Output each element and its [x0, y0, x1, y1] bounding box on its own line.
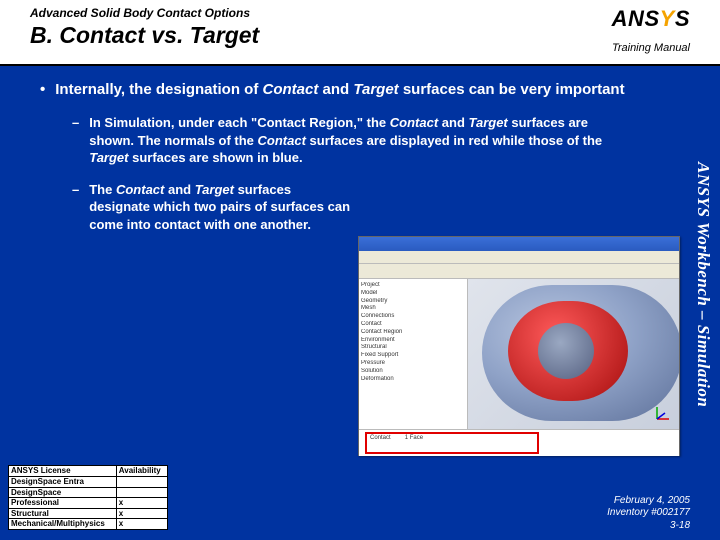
footer-date: February 4, 2005 — [607, 495, 690, 508]
training-manual-label: Training Manual — [612, 42, 690, 54]
table-cell — [116, 477, 167, 488]
chapter-label: Advanced Solid Body Contact Options — [30, 6, 690, 20]
footer-page: 3-18 — [607, 520, 690, 533]
table-cell: x — [116, 508, 167, 519]
license-table: ANSYS LicenseAvailability DesignSpace En… — [8, 465, 168, 530]
bullet-sub-2-text: The Contact and Target surfaces designat… — [89, 181, 352, 234]
window-toolbar — [359, 264, 679, 279]
table-cell: DesignSpace — [9, 487, 117, 498]
logo-text: ANSYS — [612, 6, 690, 31]
slide-footer: February 4, 2005 Inventory #002177 3-18 — [607, 495, 690, 533]
table-cell: Structural — [9, 508, 117, 519]
ansys-logo: ANSYS — [612, 6, 690, 32]
table-cell: DesignSpace Entra — [9, 477, 117, 488]
side-label: ANSYS Workbench – Simulation — [692, 70, 714, 500]
dash-icon: – — [72, 181, 79, 234]
window-menubar — [359, 251, 679, 264]
table-cell: x — [116, 519, 167, 530]
table-cell: Professional — [9, 498, 117, 509]
bullet-sub-1-text: In Simulation, under each "Contact Regio… — [89, 114, 632, 167]
highlight-box: Contact 1 Face — [365, 432, 539, 454]
window-body: Project Model Geometry Mesh Connections … — [359, 279, 679, 429]
dash-icon: – — [72, 114, 79, 167]
slide-title: B. Contact vs. Target — [30, 22, 690, 49]
bullet-sub-2: – The Contact and Target surfaces design… — [72, 181, 352, 234]
table-header: ANSYS License — [9, 466, 117, 477]
triad-icon — [653, 403, 673, 423]
details-panel: Contact 1 Face — [359, 429, 679, 456]
outline-tree: Project Model Geometry Mesh Connections … — [359, 279, 468, 429]
table-cell: Mechanical/Multiphysics — [9, 519, 117, 530]
side-label-text: ANSYS Workbench – Simulation — [693, 162, 713, 407]
footer-inventory: Inventory #002177 — [607, 507, 690, 520]
window-titlebar — [359, 237, 679, 251]
bullet-icon: • — [40, 80, 45, 100]
table-cell: x — [116, 498, 167, 509]
table-cell — [116, 487, 167, 498]
slide-header: Advanced Solid Body Contact Options B. C… — [0, 0, 720, 66]
embedded-screenshot: Project Model Geometry Mesh Connections … — [358, 236, 680, 456]
bullet-sub-1: – In Simulation, under each "Contact Reg… — [72, 114, 632, 167]
bullet-main-text: Internally, the designation of Contact a… — [55, 80, 624, 100]
bullet-main: • Internally, the designation of Contact… — [40, 80, 660, 100]
table-header: Availability — [116, 466, 167, 477]
slide-content: • Internally, the designation of Contact… — [0, 66, 720, 234]
model-viewport — [468, 279, 679, 429]
part-bore — [538, 323, 594, 379]
